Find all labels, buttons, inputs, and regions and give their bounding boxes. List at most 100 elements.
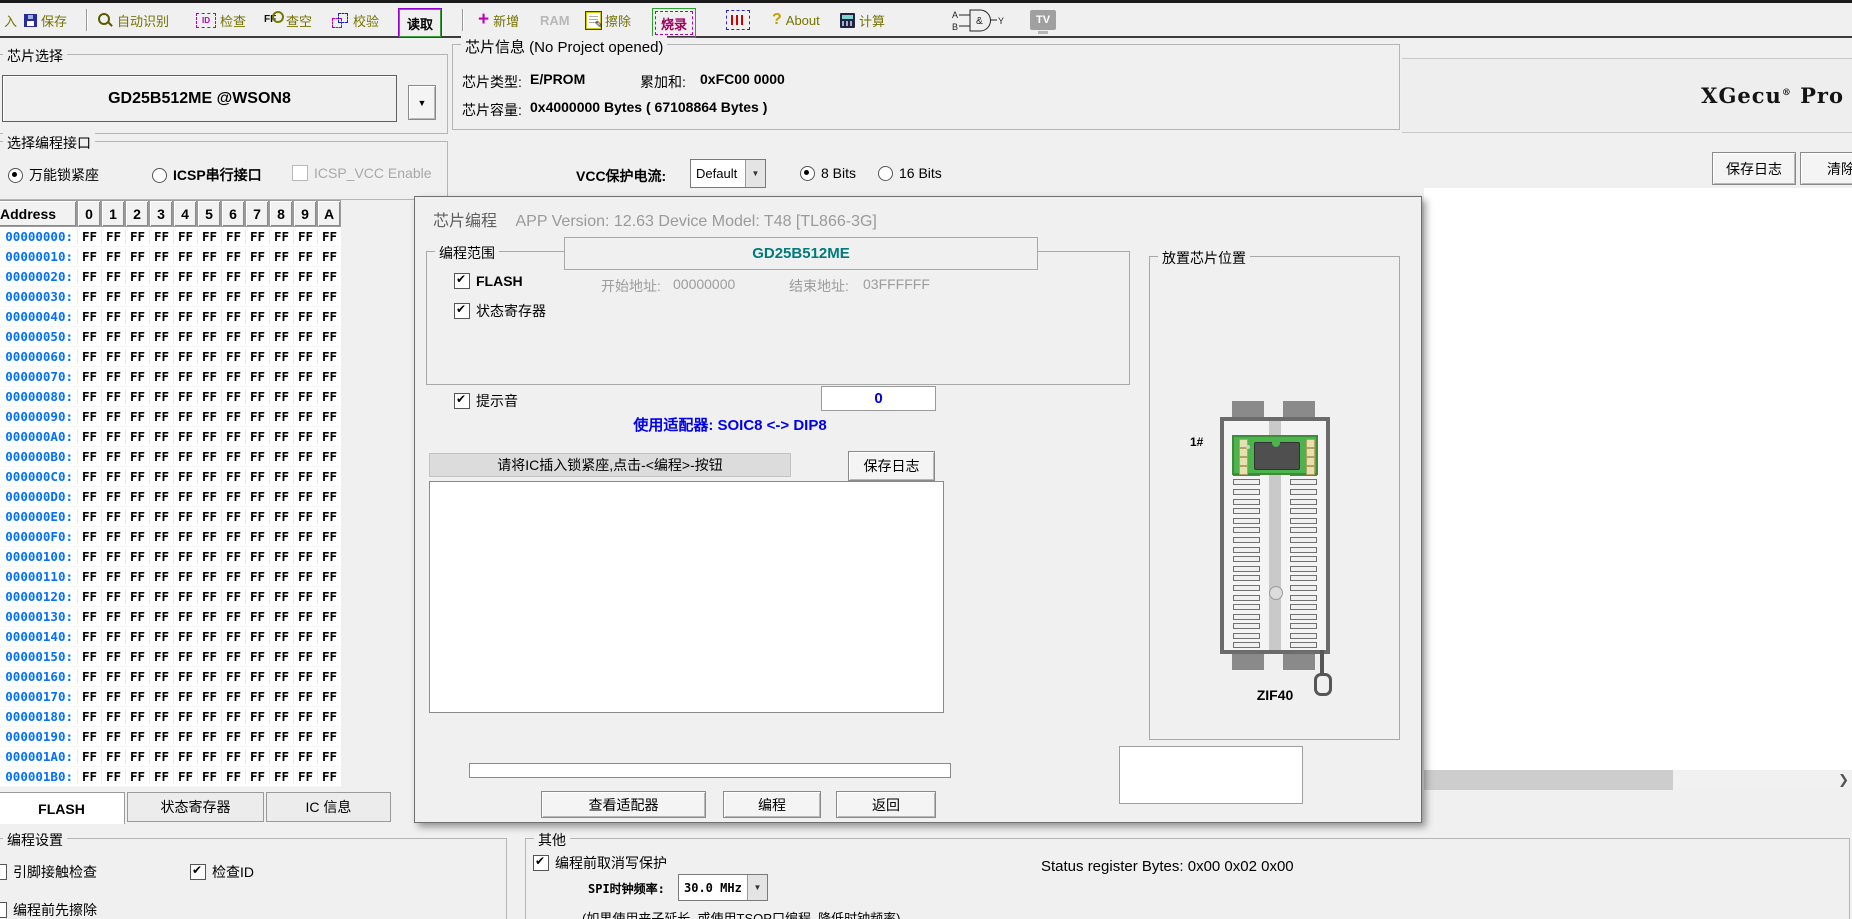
hex-cell[interactable]: FF	[221, 449, 245, 464]
hex-cell[interactable]: FF	[149, 769, 173, 784]
hex-cell[interactable]: FF	[125, 289, 149, 304]
hex-cell[interactable]: FF	[197, 769, 221, 784]
hex-cell[interactable]: FF	[197, 589, 221, 604]
hex-cell[interactable]: FF	[173, 609, 197, 624]
hex-cell[interactable]: FF	[293, 709, 317, 724]
hex-cell[interactable]: FF	[125, 449, 149, 464]
hex-cell[interactable]: FF	[77, 489, 101, 504]
hex-cell[interactable]: FF	[101, 769, 125, 784]
hex-cell[interactable]: FF	[197, 609, 221, 624]
hex-cell[interactable]: FF	[77, 609, 101, 624]
universal-socket-radio[interactable]: 万能锁紧座	[8, 165, 99, 185]
hex-cell[interactable]: FF	[77, 709, 101, 724]
hex-cell[interactable]: FF	[221, 749, 245, 764]
hex-cell[interactable]: FF	[173, 689, 197, 704]
hex-cell[interactable]: FF	[101, 309, 125, 324]
hex-cell[interactable]: FF	[101, 529, 125, 544]
hex-cell[interactable]: FF	[197, 429, 221, 444]
hex-cell[interactable]: FF	[149, 629, 173, 644]
hex-cell[interactable]: FF	[125, 369, 149, 384]
hex-cell[interactable]: FF	[245, 549, 269, 564]
hex-cell[interactable]: FF	[197, 669, 221, 684]
hex-cell[interactable]: FF	[101, 689, 125, 704]
hex-cell[interactable]: FF	[173, 709, 197, 724]
hex-cell[interactable]: FF	[197, 249, 221, 264]
hex-cell[interactable]: FF	[149, 389, 173, 404]
chevron-down-icon[interactable]: ▼	[747, 875, 767, 900]
hex-cell[interactable]: FF	[269, 469, 293, 484]
hex-cell[interactable]: FF	[293, 309, 317, 324]
hex-cell[interactable]: FF	[77, 469, 101, 484]
hex-cell[interactable]: FF	[317, 369, 341, 384]
hex-cell[interactable]: FF	[77, 409, 101, 424]
hex-cell[interactable]: FF	[245, 769, 269, 784]
hex-cell[interactable]: FF	[245, 749, 269, 764]
id-check-button[interactable]: ID检查	[196, 8, 246, 32]
read-button[interactable]: 读取	[398, 8, 442, 38]
hex-cell[interactable]: FF	[269, 329, 293, 344]
hex-cell[interactable]: FF	[125, 229, 149, 244]
hex-cell[interactable]: FF	[293, 429, 317, 444]
hex-cell[interactable]: FF	[77, 749, 101, 764]
hex-cell[interactable]: FF	[245, 689, 269, 704]
chip-select-dropdown-button[interactable]: ▼	[408, 85, 436, 120]
hex-cell[interactable]: FF	[245, 289, 269, 304]
hex-cell[interactable]: FF	[221, 529, 245, 544]
hex-cell[interactable]: FF	[269, 669, 293, 684]
hex-cell[interactable]: FF	[269, 609, 293, 624]
hex-cell[interactable]: FF	[269, 629, 293, 644]
hex-cell[interactable]: FF	[197, 649, 221, 664]
hex-cell[interactable]: FF	[317, 689, 341, 704]
hex-cell[interactable]: FF	[149, 689, 173, 704]
hex-cell[interactable]: FF	[197, 369, 221, 384]
hex-cell[interactable]: FF	[173, 289, 197, 304]
tab-ic-info[interactable]: IC 信息	[266, 792, 391, 822]
hex-cell[interactable]: FF	[101, 289, 125, 304]
chip-select-value[interactable]: GD25B512ME @WSON8	[2, 75, 397, 122]
hex-cell[interactable]: FF	[77, 549, 101, 564]
hex-cell[interactable]: FF	[101, 729, 125, 744]
hex-cell[interactable]: FF	[125, 329, 149, 344]
hex-cell[interactable]: FF	[149, 489, 173, 504]
hex-cell[interactable]: FF	[269, 489, 293, 504]
hex-cell[interactable]: FF	[101, 569, 125, 584]
hex-cell[interactable]: FF	[149, 309, 173, 324]
hex-cell[interactable]: FF	[173, 589, 197, 604]
hex-cell[interactable]: FF	[197, 729, 221, 744]
hex-cell[interactable]: FF	[125, 729, 149, 744]
hex-cell[interactable]: FF	[221, 649, 245, 664]
hex-cell[interactable]: FF	[293, 409, 317, 424]
about-button[interactable]: ?About	[772, 8, 820, 32]
hex-cell[interactable]: FF	[173, 249, 197, 264]
hex-cell[interactable]: FF	[269, 369, 293, 384]
hex-cell[interactable]: FF	[125, 589, 149, 604]
hex-cell[interactable]: FF	[197, 569, 221, 584]
hex-cell[interactable]: FF	[221, 429, 245, 444]
hex-cell[interactable]: FF	[317, 569, 341, 584]
hex-cell[interactable]: FF	[149, 349, 173, 364]
hex-cell[interactable]: FF	[221, 269, 245, 284]
hex-cell[interactable]: FF	[77, 729, 101, 744]
hex-cell[interactable]: FF	[101, 629, 125, 644]
hex-cell[interactable]: FF	[317, 269, 341, 284]
hex-cell[interactable]: FF	[149, 549, 173, 564]
hex-cell[interactable]: FF	[77, 649, 101, 664]
hex-cell[interactable]: FF	[221, 549, 245, 564]
hex-cell[interactable]: FF	[317, 489, 341, 504]
hex-cell[interactable]: FF	[149, 469, 173, 484]
horizontal-scrollbar[interactable]: ❯	[1424, 770, 1852, 790]
hex-cell[interactable]: FF	[221, 669, 245, 684]
hex-cell[interactable]: FF	[173, 369, 197, 384]
hex-cell[interactable]: FF	[125, 469, 149, 484]
hex-cell[interactable]: FF	[173, 769, 197, 784]
hex-cell[interactable]: FF	[77, 509, 101, 524]
hex-cell[interactable]: FF	[221, 469, 245, 484]
hex-cell[interactable]: FF	[77, 309, 101, 324]
hex-cell[interactable]: FF	[125, 389, 149, 404]
hex-cell[interactable]: FF	[77, 769, 101, 784]
hex-cell[interactable]: FF	[149, 649, 173, 664]
hex-cell[interactable]: FF	[293, 749, 317, 764]
hex-cell[interactable]: FF	[149, 709, 173, 724]
hex-cell[interactable]: FF	[269, 569, 293, 584]
auto-identify-button[interactable]: 自动识别	[98, 8, 169, 32]
